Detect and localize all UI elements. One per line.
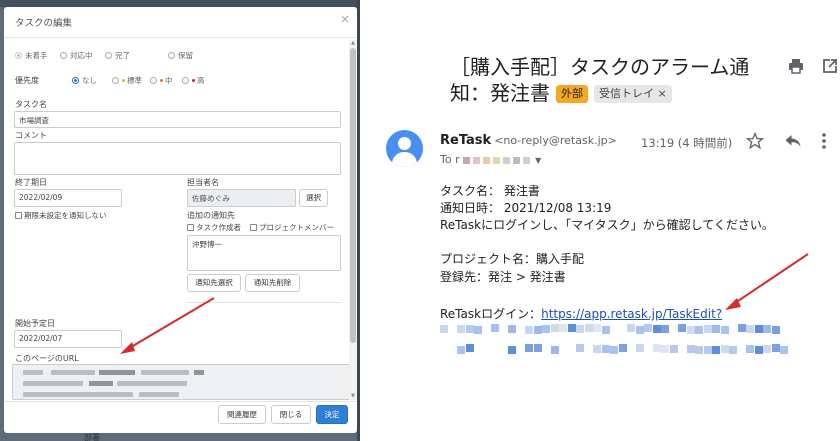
- annotation-arrow-left: [120, 297, 215, 354]
- annotation-arrow-right: [725, 253, 809, 310]
- task-edit-screenshot: 部署 タスクの編集 × 未着手 対応中 完了 保留 優先度 なし 標準 中 高 …: [0, 0, 360, 441]
- email-view: ［購入手配］タスクのアラーム通知：発注書 外部 受信トレイ × ReTask <no-…: [360, 0, 840, 441]
